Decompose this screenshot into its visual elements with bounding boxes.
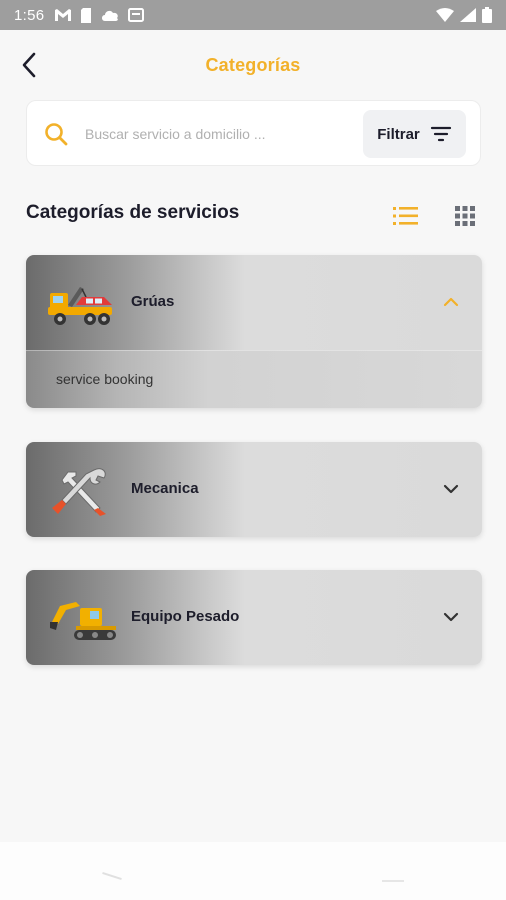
- chevron-down-icon: [443, 484, 459, 494]
- nav-back-hint[interactable]: [102, 871, 122, 881]
- filter-button[interactable]: Filtrar: [363, 110, 466, 158]
- search-icon: [45, 123, 68, 146]
- status-time: 1:56: [14, 6, 45, 24]
- grid-view-button[interactable]: [452, 203, 478, 229]
- grid-view-icon: [455, 206, 475, 226]
- chevron-up-icon: [443, 297, 459, 307]
- back-button[interactable]: [16, 50, 42, 80]
- category-header-equipo-pesado[interactable]: Equipo Pesado: [26, 570, 482, 665]
- tow-truck-icon: [48, 287, 112, 325]
- filter-icon: [430, 126, 451, 142]
- storage-icon: [128, 8, 145, 22]
- nav-home-hint[interactable]: [382, 880, 404, 882]
- page-title: Categorías: [205, 54, 301, 75]
- category-header-mecanica[interactable]: Mecanica: [26, 442, 482, 537]
- category-label-equipo-pesado: Equipo Pesado: [131, 608, 240, 625]
- chevron-left-icon: [22, 52, 36, 78]
- battery-icon: [482, 7, 492, 23]
- list-view-button[interactable]: [392, 203, 420, 229]
- category-items-gruas: service booking: [26, 350, 482, 408]
- chevron-down-icon: [443, 612, 459, 622]
- status-bar: 1:56: [0, 0, 506, 30]
- section-title: Categorías de servicios: [26, 202, 240, 223]
- status-icons-right: [436, 7, 492, 23]
- search-box: Filtrar: [26, 100, 481, 166]
- category-card-equipo-pesado: Equipo Pesado: [26, 570, 482, 665]
- signal-icon: [460, 8, 476, 22]
- sim-card-icon: [81, 7, 92, 23]
- system-nav-bar: [0, 842, 506, 900]
- filter-label: Filtrar: [377, 125, 420, 143]
- category-label-mecanica: Mecanica: [131, 480, 199, 497]
- category-card-gruas: Grúas service booking: [26, 255, 482, 408]
- search-input[interactable]: [85, 121, 315, 147]
- wrench-hammer-icon: [52, 468, 106, 516]
- subcategory-item[interactable]: service booking: [56, 371, 153, 387]
- status-icons-left: [54, 7, 145, 23]
- list-view-icon: [393, 207, 418, 225]
- excavator-icon: [50, 602, 116, 640]
- cloud-icon: [102, 10, 119, 21]
- gmail-icon: [55, 9, 72, 21]
- category-label-gruas: Grúas: [131, 293, 175, 310]
- app-header: Categorías: [0, 30, 506, 100]
- category-card-mecanica: Mecanica: [26, 442, 482, 537]
- category-header-gruas[interactable]: Grúas: [26, 255, 482, 350]
- wifi-icon: [436, 8, 454, 22]
